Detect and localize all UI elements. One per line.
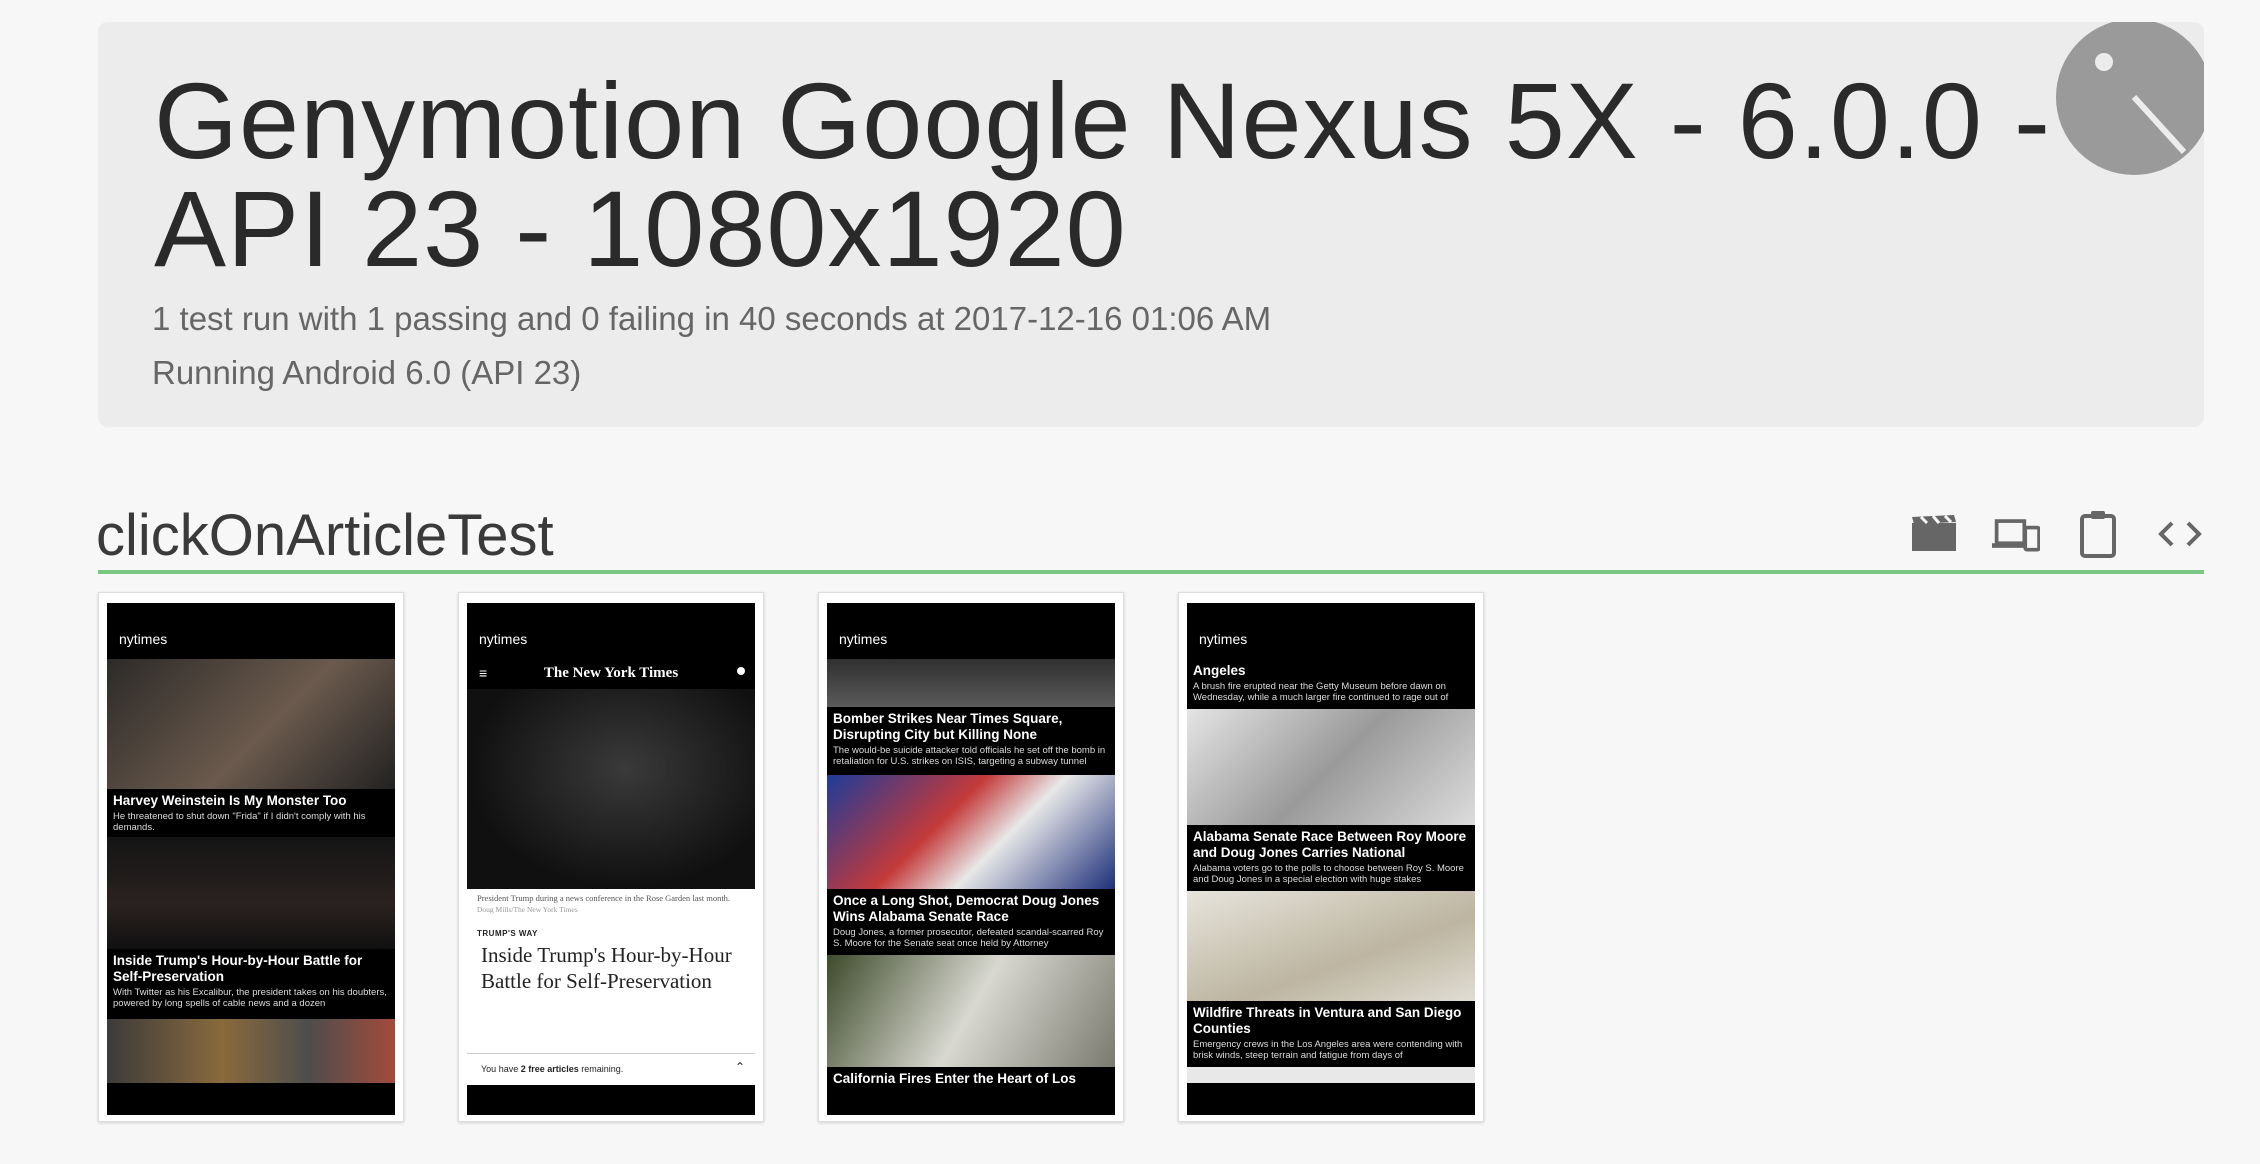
app-title: nytimes <box>1199 631 1248 647</box>
screenshot-strip: nytimes Harvey Weinstein Is My Monster T… <box>98 592 1484 1122</box>
story-card[interactable]: California Fires Enter the Heart of Los <box>827 1067 1115 1091</box>
test-divider <box>98 570 2204 574</box>
app-bar: nytimes <box>1187 603 1475 659</box>
article-image <box>1187 709 1475 825</box>
clipboard-icon[interactable] <box>2074 510 2122 558</box>
story-headline: Bomber Strikes Near Times Square, Disrup… <box>833 711 1063 742</box>
story-headline: Inside Trump's Hour-by-Hour Battle for S… <box>113 953 363 984</box>
app-title: nytimes <box>119 631 168 647</box>
phone-screen: nytimes ≡ The New York Times President T… <box>467 603 755 1115</box>
article-image <box>827 775 1115 889</box>
story-card[interactable]: Once a Long Shot, Democrat Doug Jones Wi… <box>827 889 1115 953</box>
run-summary: 1 test run with 1 passing and 0 failing … <box>152 300 1272 337</box>
device-title: Genymotion Google Nexus 5X - 6.0.0 - API… <box>154 60 2051 289</box>
devices-icon[interactable] <box>1992 510 2040 558</box>
story-card[interactable]: Wildfire Threats in Ventura and San Dieg… <box>1187 1001 1475 1065</box>
story-summary: Alabama voters go to the polls to choose… <box>1193 863 1464 885</box>
device-header: Genymotion Google Nexus 5X - 6.0.0 - API… <box>98 22 2204 427</box>
story-card[interactable]: Angeles A brush fire erupted near the Ge… <box>1187 659 1475 707</box>
android-icon <box>2032 22 2204 198</box>
phone-screen: nytimes Harvey Weinstein Is My Monster T… <box>107 603 395 1115</box>
article-image <box>107 659 395 789</box>
paywall-bar[interactable]: You have 2 free articles remaining. ⌃ <box>467 1053 755 1084</box>
screenshot-1[interactable]: nytimes Harvey Weinstein Is My Monster T… <box>98 592 404 1122</box>
story-summary: He threatened to shut down "Frida" if I … <box>113 811 366 833</box>
article-masthead: ≡ The New York Times <box>467 659 755 689</box>
article-image <box>1187 1067 1475 1083</box>
photo-credit: Doug Mills/The New York Times <box>477 905 578 914</box>
story-card[interactable]: Bomber Strikes Near Times Square, Disrup… <box>827 707 1115 771</box>
app-title: nytimes <box>479 631 528 647</box>
os-version: Running Android 6.0 (API 23) <box>152 354 582 391</box>
phone-screen: nytimes Angeles A brush fire erupted nea… <box>1187 603 1475 1115</box>
app-bar: nytimes <box>467 603 755 659</box>
story-headline: Once a Long Shot, Democrat Doug Jones Wi… <box>833 893 1100 924</box>
story-headline: Alabama Senate Race Between Roy Moore an… <box>1193 829 1467 860</box>
article-image <box>107 837 395 949</box>
article-image <box>467 689 755 889</box>
video-icon[interactable] <box>1910 510 1958 558</box>
story-card[interactable]: Alabama Senate Race Between Roy Moore an… <box>1187 825 1475 889</box>
paywall-text-end: remaining. <box>578 1064 624 1074</box>
story-summary: The would-be suicide attacker told offic… <box>833 745 1106 767</box>
story-summary: Emergency crews in the Los Angeles area … <box>1193 1039 1463 1061</box>
app-bar: nytimes <box>107 603 395 659</box>
article-image <box>827 955 1115 1067</box>
screenshot-3[interactable]: nytimes Bomber Strikes Near Times Square… <box>818 592 1124 1122</box>
article-image <box>827 659 1115 707</box>
paywall-count: 2 free articles <box>520 1064 579 1074</box>
story-summary: Doug Jones, a former prosecutor, defeate… <box>833 927 1104 949</box>
story-card[interactable]: Inside Trump's Hour-by-Hour Battle for S… <box>107 949 395 1013</box>
app-title: nytimes <box>839 631 888 647</box>
phone-screen: nytimes Bomber Strikes Near Times Square… <box>827 603 1115 1115</box>
article-image <box>107 1019 395 1083</box>
story-card[interactable]: Harvey Weinstein Is My Monster Too He th… <box>107 789 395 837</box>
article-kicker: TRUMP'S WAY <box>477 929 538 938</box>
account-icon[interactable] <box>737 667 745 675</box>
story-summary: With Twitter as his Excalibur, the presi… <box>113 987 387 1009</box>
article-image <box>1187 891 1475 1001</box>
paywall-text: You have <box>481 1064 521 1074</box>
story-headline: California Fires Enter the Heart of Los <box>833 1071 1077 1086</box>
screenshot-2[interactable]: nytimes ≡ The New York Times President T… <box>458 592 764 1122</box>
chevron-up-icon[interactable]: ⌃ <box>735 1060 745 1074</box>
story-headline: Angeles <box>1193 663 1246 678</box>
code-icon[interactable] <box>2156 510 2204 558</box>
story-headline: Wildfire Threats in Ventura and San Dieg… <box>1193 1005 1462 1036</box>
article-headline: Inside Trump's Hour-by-Hour Battle for S… <box>481 943 732 993</box>
test-toolbar <box>1910 510 2204 558</box>
masthead-title: The New York Times <box>543 665 679 681</box>
test-name: clickOnArticleTest <box>96 503 554 568</box>
screenshot-4[interactable]: nytimes Angeles A brush fire erupted nea… <box>1178 592 1484 1122</box>
app-bar: nytimes <box>827 603 1115 659</box>
story-headline: Harvey Weinstein Is My Monster Too <box>113 793 347 808</box>
photo-caption: President Trump during a news conference… <box>477 893 731 914</box>
story-summary: A brush fire erupted near the Getty Muse… <box>1193 681 1449 703</box>
